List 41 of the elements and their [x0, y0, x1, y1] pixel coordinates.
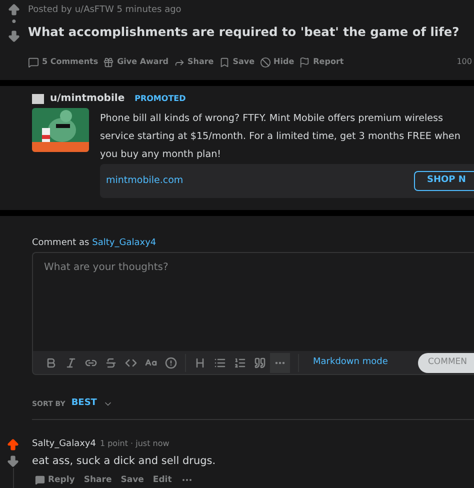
- markdown-mode-link[interactable]: Markdown mode: [313, 356, 388, 370]
- comment-icon: [28, 56, 39, 68]
- hide-icon: [260, 56, 271, 68]
- comment-meta: 1 point · just now: [100, 438, 170, 450]
- upvote-icon[interactable]: [7, 3, 21, 17]
- ad-domain[interactable]: mintmobile.com: [106, 174, 184, 188]
- comment-action[interactable]: Save: [120, 474, 144, 487]
- upvote-icon[interactable]: [6, 438, 20, 452]
- sort-dropdown[interactable]: BEST: [71, 397, 113, 410]
- comment-as-label: Comment as: [32, 237, 90, 250]
- more-icon[interactable]: [270, 352, 290, 372]
- comment-icon: [35, 475, 45, 486]
- comment-action[interactable]: Share: [84, 474, 112, 487]
- downvote-icon[interactable]: [7, 29, 21, 43]
- post-action[interactable]: Give Award: [103, 56, 168, 68]
- post-action[interactable]: Report: [299, 56, 344, 68]
- vote-score: •: [10, 17, 18, 29]
- downvote-icon[interactable]: [6, 454, 20, 468]
- comment-input[interactable]: What are your thoughts?: [33, 253, 474, 351]
- gift-icon: [103, 56, 114, 68]
- flag-icon: [299, 56, 310, 68]
- comment-submit-button[interactable]: COMMEN: [418, 352, 474, 372]
- post-action[interactable]: Hide: [260, 56, 294, 68]
- ad-text: Phone bill all kinds of wrong? FTFY. Mint Mobile offers premium wireless service starting at $15/month. For a limited time, get 3 months FREE when you buy any month plan!: [100, 112, 462, 162]
- comment-action[interactable]: Edit: [152, 474, 172, 487]
- upvote-ratio: 100: [456, 56, 473, 68]
- post-action[interactable]: Save: [218, 56, 255, 68]
- avatar-icon: [32, 94, 44, 104]
- comment-author[interactable]: Salty_Galaxy4: [32, 438, 96, 451]
- share-icon: [174, 56, 184, 68]
- bookmark-icon: [218, 56, 230, 68]
- comment-text: eat ass, suck a dick and sell drugs.: [32, 454, 217, 468]
- ad-username[interactable]: u/mintmobile: [50, 91, 125, 106]
- username-link[interactable]: Salty_Galaxy4: [92, 236, 156, 250]
- post-action[interactable]: 5 Comments: [28, 56, 98, 68]
- promoted-label: PROMOTED: [134, 92, 186, 104]
- post-action[interactable]: Share: [174, 56, 214, 68]
- shop-now-button[interactable]: SHOP N: [414, 171, 474, 191]
- comment-action[interactable]: Reply: [35, 474, 75, 487]
- post-meta: Posted by u/AsFTW 5 minutes ago: [28, 4, 182, 17]
- post-title: What accomplishments are required to 'beat' the game of life?: [28, 24, 460, 41]
